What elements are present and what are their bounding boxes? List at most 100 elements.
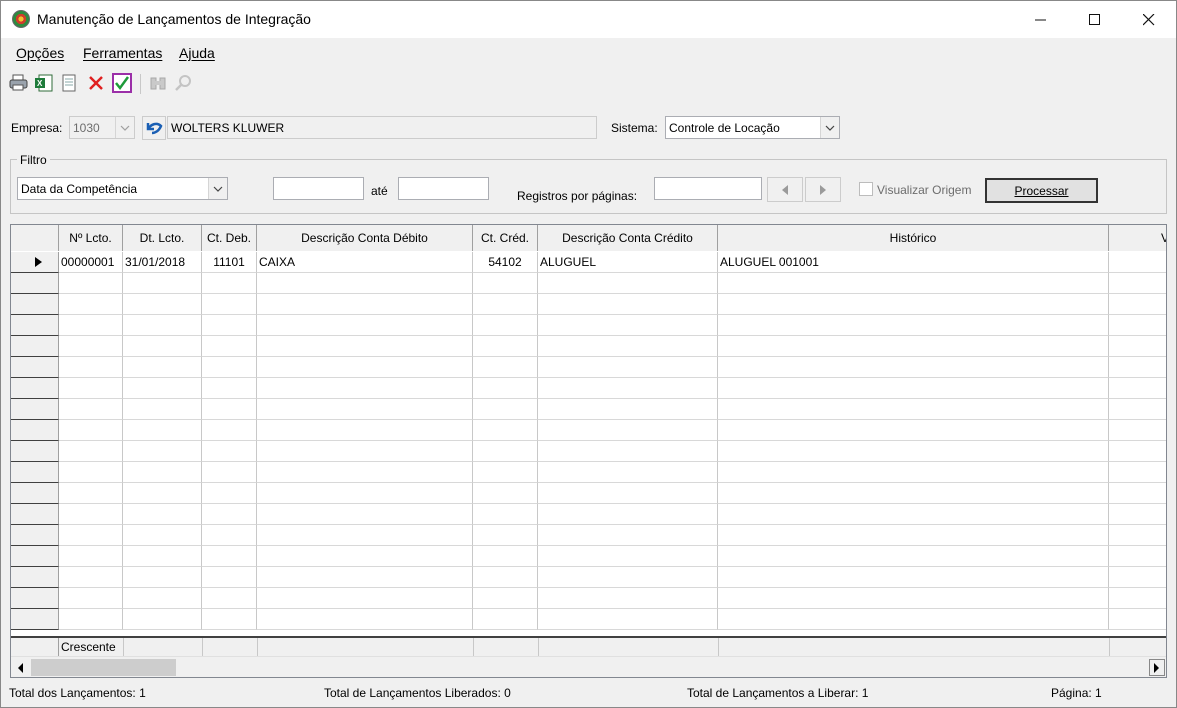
column-header-ct-deb[interactable]: Ct. Deb. (202, 225, 257, 251)
table-cell[interactable] (538, 609, 718, 630)
table-cell[interactable] (257, 378, 473, 399)
table-cell[interactable] (202, 546, 257, 567)
table-cell[interactable] (59, 462, 123, 483)
table-row[interactable] (11, 567, 1166, 588)
filter-field-select[interactable]: Data da Competência (17, 177, 228, 200)
column-header-desc-credito[interactable]: Descrição Conta Crédito (538, 225, 718, 251)
table-cell[interactable] (123, 399, 202, 420)
table-cell[interactable]: ALUGUEL 001001 (718, 252, 1109, 273)
delete-icon[interactable] (86, 73, 106, 93)
table-cell[interactable] (1109, 420, 1166, 441)
table-row[interactable] (11, 378, 1166, 399)
table-cell[interactable] (1109, 399, 1166, 420)
table-cell[interactable] (1109, 588, 1166, 609)
table-cell[interactable] (1109, 504, 1166, 525)
empresa-lookup-button[interactable] (142, 116, 166, 140)
column-header-historico[interactable]: Histórico (718, 225, 1109, 251)
close-button[interactable] (1122, 1, 1176, 38)
column-header-v[interactable]: V (1109, 225, 1166, 251)
table-row[interactable] (11, 462, 1166, 483)
column-header-numero[interactable]: Nº Lcto. (59, 225, 123, 251)
table-row[interactable] (11, 546, 1166, 567)
table-cell[interactable] (473, 273, 538, 294)
table-cell[interactable] (538, 462, 718, 483)
table-cell[interactable] (257, 567, 473, 588)
table-cell[interactable] (718, 315, 1109, 336)
table-cell[interactable] (718, 378, 1109, 399)
table-cell[interactable] (473, 357, 538, 378)
table-cell[interactable] (202, 399, 257, 420)
table-row[interactable]: 00000001 31/01/2018 11101 CAIXA 54102 ALUGUEL… (11, 252, 1166, 273)
table-cell[interactable] (59, 399, 123, 420)
table-row[interactable] (11, 441, 1166, 462)
row-indicator[interactable] (11, 546, 59, 567)
table-cell[interactable] (1109, 462, 1166, 483)
table-cell[interactable] (718, 420, 1109, 441)
table-cell[interactable] (257, 399, 473, 420)
table-cell[interactable]: 00000001 (59, 252, 123, 273)
table-cell[interactable] (59, 504, 123, 525)
table-cell[interactable] (538, 546, 718, 567)
row-indicator[interactable] (11, 294, 59, 315)
table-cell[interactable] (1109, 273, 1166, 294)
table-cell[interactable] (202, 567, 257, 588)
row-indicator[interactable] (11, 441, 59, 462)
table-cell[interactable] (1109, 567, 1166, 588)
table-cell[interactable] (1109, 294, 1166, 315)
table-cell[interactable] (473, 567, 538, 588)
table-cell[interactable] (202, 609, 257, 630)
table-row[interactable] (11, 336, 1166, 357)
table-cell[interactable] (59, 357, 123, 378)
table-cell[interactable] (473, 525, 538, 546)
table-cell[interactable] (538, 483, 718, 504)
table-cell[interactable] (59, 525, 123, 546)
table-cell[interactable] (123, 588, 202, 609)
table-cell[interactable] (257, 357, 473, 378)
row-indicator[interactable] (11, 420, 59, 441)
table-cell[interactable] (257, 483, 473, 504)
row-indicator[interactable] (11, 315, 59, 336)
table-cell[interactable] (59, 378, 123, 399)
table-cell[interactable] (257, 420, 473, 441)
table-cell[interactable] (473, 336, 538, 357)
table-cell[interactable] (257, 609, 473, 630)
table-cell[interactable] (202, 525, 257, 546)
table-row[interactable] (11, 588, 1166, 609)
table-cell[interactable] (473, 420, 538, 441)
print-icon[interactable] (9, 73, 29, 93)
row-indicator[interactable] (11, 378, 59, 399)
sistema-select[interactable]: Controle de Locação (665, 116, 840, 139)
table-cell[interactable] (202, 315, 257, 336)
table-cell[interactable] (59, 336, 123, 357)
table-cell[interactable] (473, 315, 538, 336)
table-cell[interactable] (123, 315, 202, 336)
table-cell[interactable] (123, 609, 202, 630)
table-cell[interactable] (123, 294, 202, 315)
table-cell[interactable] (123, 483, 202, 504)
table-row[interactable] (11, 357, 1166, 378)
table-cell[interactable] (473, 483, 538, 504)
table-cell[interactable] (202, 378, 257, 399)
table-cell[interactable] (718, 588, 1109, 609)
table-cell[interactable] (718, 399, 1109, 420)
table-cell[interactable] (538, 420, 718, 441)
table-cell[interactable] (59, 483, 123, 504)
table-cell[interactable]: CAIXA (257, 252, 473, 273)
table-cell[interactable] (473, 399, 538, 420)
sistema-dropdown-button[interactable] (820, 117, 839, 138)
table-cell[interactable] (59, 588, 123, 609)
table-cell[interactable] (123, 504, 202, 525)
confirm-icon[interactable] (112, 73, 132, 93)
table-cell[interactable] (59, 441, 123, 462)
table-cell[interactable]: 11101 (202, 252, 257, 273)
table-cell[interactable] (257, 525, 473, 546)
table-row[interactable] (11, 273, 1166, 294)
table-cell[interactable] (59, 273, 123, 294)
table-row[interactable] (11, 399, 1166, 420)
row-indicator[interactable] (11, 609, 59, 630)
table-cell[interactable] (1109, 483, 1166, 504)
table-cell[interactable] (473, 609, 538, 630)
table-cell[interactable] (538, 336, 718, 357)
table-cell[interactable] (473, 462, 538, 483)
table-cell[interactable] (202, 462, 257, 483)
